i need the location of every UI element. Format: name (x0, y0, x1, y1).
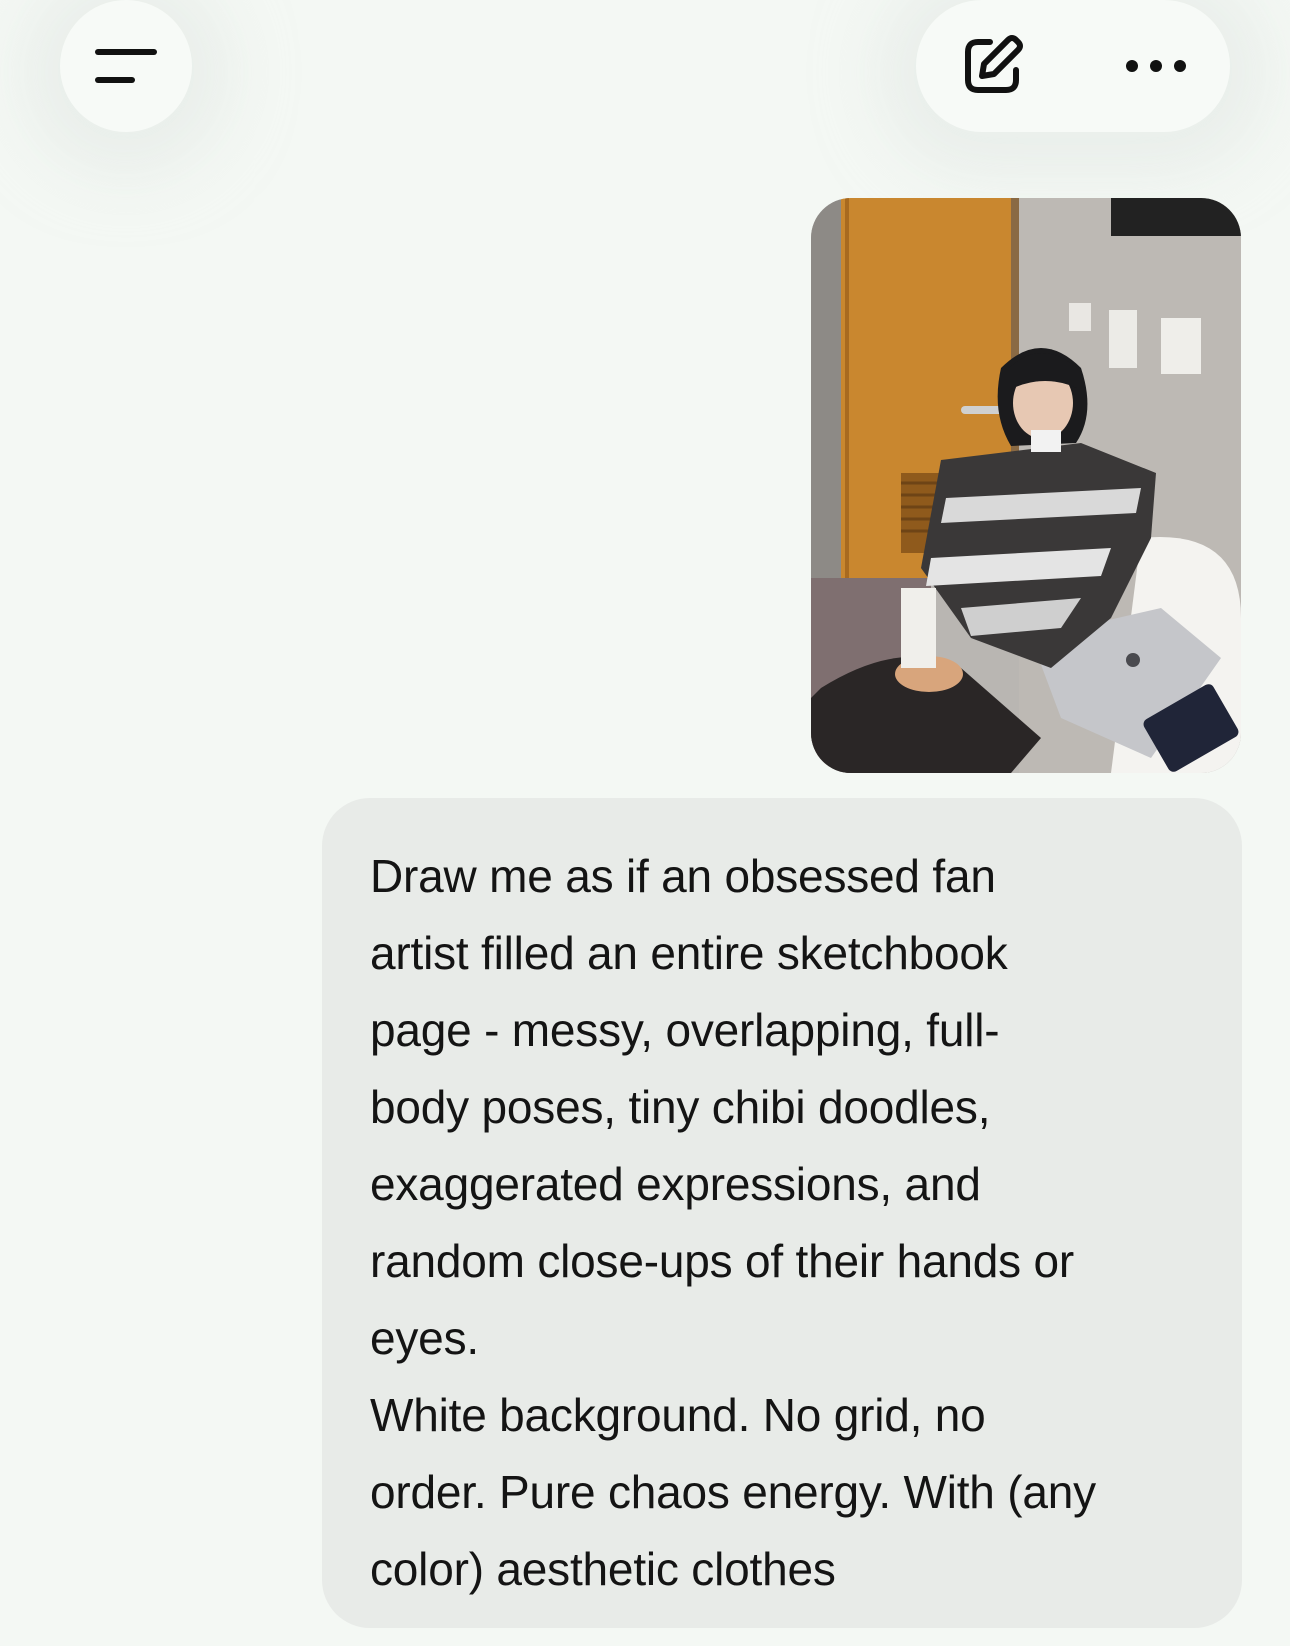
hamburger-menu-icon (95, 49, 157, 83)
menu-button[interactable] (60, 0, 192, 132)
photo-attachment[interactable] (811, 198, 1241, 773)
header-actions (916, 0, 1230, 132)
attached-photo (811, 198, 1241, 773)
new-chat-button[interactable] (952, 26, 1032, 106)
more-horizontal-icon (1126, 60, 1186, 72)
more-options-button[interactable] (1116, 26, 1196, 106)
new-chat-edit-icon (965, 35, 1023, 93)
user-message-text: Draw me as if an obsessed fan artist fil… (370, 850, 1096, 1595)
user-message-bubble: Draw me as if an obsessed fan artist fil… (322, 798, 1242, 1628)
